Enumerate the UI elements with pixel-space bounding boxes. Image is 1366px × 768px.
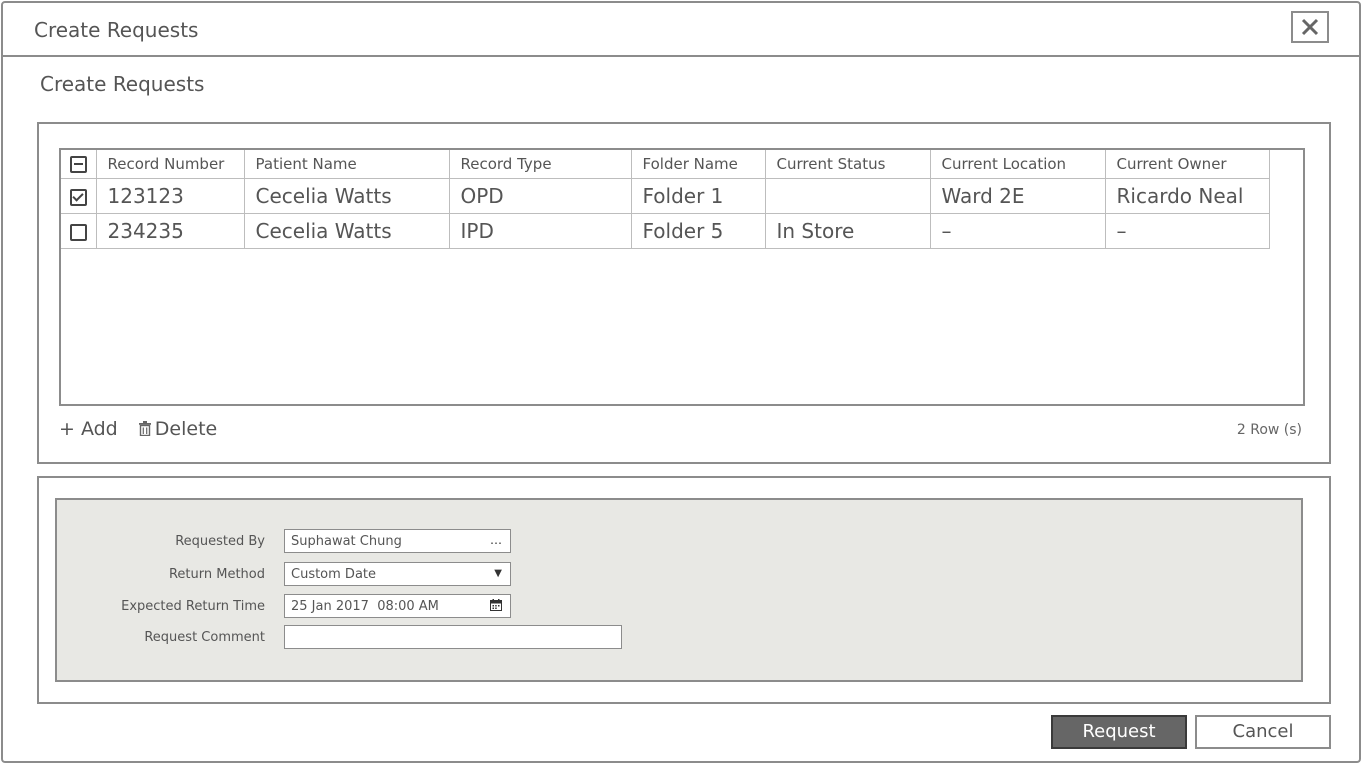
chevron-down-icon[interactable]: ▼ [494, 568, 502, 579]
return-method-value: Custom Date [291, 567, 377, 582]
current-owner-cell: – [1104, 213, 1270, 249]
request-form-panel: Requested By Suphawat Chung … Return Met… [37, 476, 1331, 704]
patient-name-cell: Cecelia Watts [243, 213, 450, 249]
title-bar: Create Requests [3, 3, 1359, 57]
column-header-record-number[interactable]: Record Number [95, 150, 245, 179]
table-row[interactable]: 234235 Cecelia Watts IPD Folder 5 In Sto… [61, 213, 1270, 249]
calendar-glyph [490, 599, 502, 611]
expected-return-time-value: 25 Jan 2017 08:00 AM [291, 599, 439, 614]
request-button[interactable]: Request [1051, 715, 1187, 749]
requested-by-label: Requested By [175, 534, 265, 549]
row-checkbox[interactable] [69, 224, 87, 241]
current-status-cell: In Store [764, 213, 931, 249]
table-actions: + Add Delete [59, 418, 217, 440]
record-type-cell: OPD [448, 178, 632, 214]
create-requests-dialog: Create Requests Create Requests Record N… [1, 1, 1361, 763]
requested-by-value: Suphawat Chung [291, 534, 402, 549]
patient-name-cell: Cecelia Watts [243, 178, 450, 214]
record-number-cell: 234235 [95, 213, 245, 249]
column-header-current-status[interactable]: Current Status [764, 150, 931, 179]
request-comment-label: Request Comment [144, 630, 265, 645]
more-options-icon[interactable]: … [490, 533, 502, 547]
records-table-frame: Record Number Patient Name Record Type F… [59, 148, 1305, 406]
calendar-icon[interactable] [490, 599, 502, 614]
close-button[interactable] [1291, 11, 1329, 43]
records-table: Record Number Patient Name Record Type F… [61, 150, 1270, 249]
return-method-select[interactable]: Custom Date ▼ [284, 562, 511, 586]
current-owner-cell: Ricardo Neal [1104, 178, 1270, 214]
records-panel: Record Number Patient Name Record Type F… [37, 122, 1331, 464]
cancel-button[interactable]: Cancel [1195, 715, 1331, 749]
row-select-cell [61, 178, 97, 214]
expected-return-time-label: Expected Return Time [121, 599, 265, 614]
table-row[interactable]: 123123 Cecelia Watts OPD Folder 1 Ward 2… [61, 178, 1270, 214]
row-checkbox[interactable] [69, 189, 87, 206]
request-comment-input[interactable] [284, 625, 622, 649]
page-heading: Create Requests [40, 72, 205, 96]
table-header-row: Record Number Patient Name Record Type F… [61, 150, 1270, 179]
folder-name-cell: Folder 1 [630, 178, 766, 214]
delete-row-button[interactable]: Delete [138, 418, 217, 440]
column-header-folder-name[interactable]: Folder Name [630, 150, 766, 179]
column-header-current-owner[interactable]: Current Owner [1104, 150, 1270, 179]
request-form: Requested By Suphawat Chung … Return Met… [55, 498, 1303, 682]
folder-name-cell: Folder 5 [630, 213, 766, 249]
return-method-label: Return Method [168, 567, 265, 582]
column-header-record-type[interactable]: Record Type [448, 150, 632, 179]
window-title: Create Requests [34, 18, 199, 42]
current-status-cell [764, 178, 931, 214]
record-type-cell: IPD [448, 213, 632, 249]
add-row-button[interactable]: + Add [59, 418, 118, 440]
select-all-cell [61, 150, 97, 179]
requested-by-field[interactable]: Suphawat Chung … [284, 529, 511, 553]
select-all-checkbox[interactable] [69, 156, 87, 173]
close-icon [1301, 18, 1319, 36]
delete-label: Delete [154, 418, 218, 440]
record-number-cell: 123123 [95, 178, 245, 214]
row-count: 2 Row (s) [1236, 422, 1302, 438]
column-header-current-location[interactable]: Current Location [929, 150, 1106, 179]
current-location-cell: Ward 2E [929, 178, 1106, 214]
expected-return-time-field[interactable]: 25 Jan 2017 08:00 AM [284, 594, 511, 618]
row-select-cell [61, 213, 97, 249]
trash-icon [138, 421, 151, 437]
column-header-patient-name[interactable]: Patient Name [243, 150, 450, 179]
current-location-cell: – [929, 213, 1106, 249]
